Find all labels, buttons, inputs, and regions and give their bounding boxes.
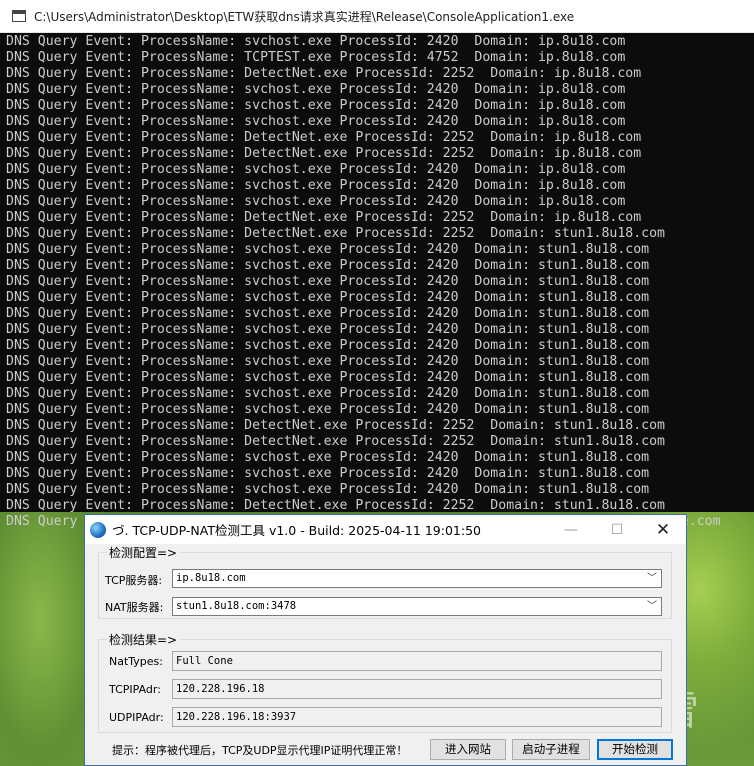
console-line: DNS Query Event: ProcessName: svchost.ex… bbox=[6, 242, 650, 257]
tcpip-value: 120.228.196.18 bbox=[176, 683, 265, 695]
nattype-label: NatTypes: bbox=[109, 655, 163, 668]
tcpip-label: TCPIPAdr: bbox=[109, 683, 161, 696]
console-line: DNS Query Event: ProcessName: svchost.ex… bbox=[6, 274, 650, 289]
tip-text: 提示：程序被代理后，TCP及UDP显示代理IP证明代理正常！ bbox=[112, 744, 408, 757]
console-title: C:\Users\Administrator\Desktop\ETW获取dns请… bbox=[34, 9, 575, 24]
udpip-value: 120.228.196.18:3937 bbox=[176, 711, 297, 723]
console-line: DNS Query Event: ProcessName: svchost.ex… bbox=[6, 114, 626, 129]
minimize-icon: — bbox=[564, 521, 578, 538]
udpip-field[interactable]: 120.228.196.18:3937 bbox=[172, 707, 662, 727]
udpip-label: UDPIPAdr: bbox=[109, 711, 164, 724]
console-line: DNS Query Event: ProcessName: svchost.ex… bbox=[6, 370, 650, 385]
console-window-icon bbox=[12, 10, 26, 22]
open-site-button[interactable]: 进入网站 bbox=[430, 739, 506, 760]
result-group-title: 检测结果=> bbox=[107, 631, 180, 648]
console-line: DNS Query Event: ProcessName: svchost.ex… bbox=[6, 162, 626, 177]
console-output[interactable]: DNS Query Event: ProcessName: svchost.ex… bbox=[0, 33, 754, 530]
console-line: DNS Query Event: ProcessName: DetectNet.… bbox=[6, 418, 665, 433]
console-window: C:\Users\Administrator\Desktop\ETW获取dns请… bbox=[0, 0, 754, 529]
tcp-server-label: TCP服务器: bbox=[105, 574, 163, 587]
console-line: DNS Query Event: ProcessName: TCPTEST.ex… bbox=[6, 50, 626, 65]
console-line: DNS Query Event: ProcessName: svchost.ex… bbox=[6, 482, 650, 497]
result-group: 检测结果=> NatTypes: Full Cone TCPIPAdr: 120… bbox=[98, 631, 672, 733]
start-subprocess-button[interactable]: 启动子进程 bbox=[512, 739, 590, 760]
console-line: DNS Query Event: ProcessName: svchost.ex… bbox=[6, 354, 650, 369]
console-line: DNS Query Event: ProcessName: svchost.ex… bbox=[6, 290, 650, 305]
console-line: DNS Query Event: ProcessName: DetectNet.… bbox=[6, 66, 642, 81]
config-group-title: 检测配置=> bbox=[107, 544, 180, 561]
console-line: DNS Query Event: ProcessName: DetectNet.… bbox=[6, 130, 642, 145]
console-line: DNS Query Event: ProcessName: svchost.ex… bbox=[6, 466, 650, 481]
dialog-title: づ. TCP-UDP-NAT检测工具 v1.0 - Build: 2025-04… bbox=[112, 523, 481, 538]
minimize-button[interactable]: — bbox=[548, 515, 594, 544]
console-line: DNS Query Event: ProcessName: DetectNet.… bbox=[6, 146, 642, 161]
console-line: DNS Query Event: ProcessName: svchost.ex… bbox=[6, 194, 626, 209]
console-line: DNS Query Event: ProcessName: svchost.ex… bbox=[6, 178, 626, 193]
console-line: DNS Query Event: ProcessName: DetectNet.… bbox=[6, 210, 642, 225]
dialog-titlebar[interactable]: づ. TCP-UDP-NAT检测工具 v1.0 - Build: 2025-04… bbox=[85, 515, 686, 544]
console-line: DNS Query Event: ProcessName: svchost.ex… bbox=[6, 306, 650, 321]
tcp-server-combo[interactable]: ip.8u18.com ﹀ bbox=[172, 569, 662, 588]
chevron-down-icon[interactable]: ﹀ bbox=[647, 570, 657, 587]
console-line: DNS Query Event: ProcessName: DetectNet.… bbox=[6, 434, 665, 449]
console-line: DNS Query Event: ProcessName: svchost.ex… bbox=[6, 34, 626, 49]
tcpip-field[interactable]: 120.228.196.18 bbox=[172, 679, 662, 699]
console-line: DNS Query Event: ProcessName: svchost.ex… bbox=[6, 322, 650, 337]
console-line: DNS Query Event: ProcessName: DetectNet.… bbox=[6, 498, 665, 513]
console-line: DNS Query Event: ProcessName: svchost.ex… bbox=[6, 258, 650, 273]
console-line: DNS Query Event: ProcessName: DetectNet.… bbox=[6, 226, 665, 241]
maximize-button[interactable]: ☐ bbox=[594, 515, 640, 544]
nat-server-label: NAT服务器: bbox=[105, 601, 164, 614]
nat-server-value: stun1.8u18.com:3478 bbox=[176, 600, 297, 612]
console-line: DNS Query Event: ProcessName: svchost.ex… bbox=[6, 82, 626, 97]
tcp-server-value: ip.8u18.com bbox=[176, 572, 246, 584]
console-line: DNS Query Event: ProcessName: svchost.ex… bbox=[6, 450, 650, 465]
config-group: 检测配置=> TCP服务器: ip.8u18.com ﹀ NAT服务器: stu… bbox=[98, 544, 672, 619]
console-line: DNS Query Event: ProcessName: svchost.ex… bbox=[6, 386, 650, 401]
console-line: DNS Query Event: ProcessName: svchost.ex… bbox=[6, 338, 650, 353]
console-line: DNS Query Event: ProcessName: svchost.ex… bbox=[6, 402, 650, 417]
maximize-icon: ☐ bbox=[610, 521, 624, 538]
start-detect-button[interactable]: 开始检测 bbox=[597, 739, 673, 760]
nattype-field[interactable]: Full Cone bbox=[172, 651, 662, 671]
close-icon: ✕ bbox=[655, 519, 671, 540]
nattype-value: Full Cone bbox=[176, 655, 233, 667]
console-line: DNS Query Event: ProcessName: svchost.ex… bbox=[6, 98, 626, 113]
nat-tool-dialog: づ. TCP-UDP-NAT检测工具 v1.0 - Build: 2025-04… bbox=[84, 514, 687, 766]
chevron-down-icon[interactable]: ﹀ bbox=[647, 598, 657, 615]
nat-server-combo[interactable]: stun1.8u18.com:3478 ﹀ bbox=[172, 597, 662, 616]
console-titlebar[interactable]: C:\Users\Administrator\Desktop\ETW获取dns请… bbox=[0, 0, 754, 33]
app-globe-icon bbox=[90, 521, 106, 538]
close-button[interactable]: ✕ bbox=[640, 515, 686, 544]
